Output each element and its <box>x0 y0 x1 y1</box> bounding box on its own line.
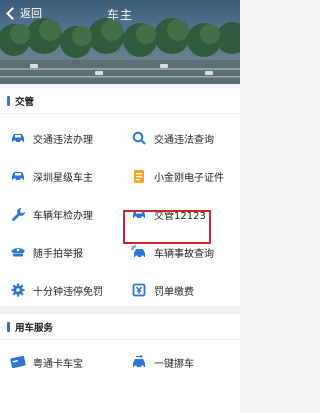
item-label: 交通违法办理 <box>33 134 93 146</box>
gear-icon <box>9 281 27 299</box>
section-header-traffic: 交管 <box>0 88 240 114</box>
wrench-icon <box>9 205 27 223</box>
section-divider <box>0 306 240 314</box>
car-move-icon <box>130 353 148 371</box>
section-title: 用车服务 <box>15 322 54 334</box>
receipt-icon <box>130 281 148 299</box>
item-snapshot-report[interactable]: 随手拍举报 <box>0 234 120 270</box>
item-label: 一键挪车 <box>154 358 194 370</box>
section-header-car-services: 用车服务 <box>0 314 240 340</box>
item-label: 车辆事故查询 <box>154 248 214 260</box>
car-icon <box>9 167 27 185</box>
item-shenzhen-star-owner[interactable]: 深圳星级车主 <box>0 158 120 194</box>
car-crash-icon <box>130 243 148 261</box>
navigation-bar: 返回 车主 <box>0 0 240 26</box>
item-label: 小金刚电子证件 <box>154 172 224 184</box>
item-label: 十分钟违停免罚 <box>33 286 103 298</box>
page-title: 车主 <box>106 8 133 22</box>
search-icon <box>130 129 148 147</box>
section-accent-bar <box>7 321 10 332</box>
item-accident-query[interactable]: 车辆事故查询 <box>120 234 240 270</box>
car-icon <box>130 205 148 223</box>
item-label: 交通违法查询 <box>154 134 214 146</box>
item-label: 粤通卡车宝 <box>33 358 83 370</box>
item-one-click-move-car[interactable]: 一键挪车 <box>120 344 240 380</box>
item-label: 随手拍举报 <box>33 248 83 260</box>
item-label: 车辆年检办理 <box>33 210 93 222</box>
car-services-grid: 粤通卡车宝 一键挪车 <box>0 340 240 413</box>
item-label: 深圳星级车主 <box>33 172 93 184</box>
item-annual-inspection[interactable]: 车辆年检办理 <box>0 196 120 232</box>
item-ticket-payment[interactable]: 罚单缴费 <box>120 272 240 308</box>
item-label: 罚单缴费 <box>154 286 194 298</box>
item-traffic-violation-handling[interactable]: 交通违法办理 <box>0 120 120 156</box>
item-traffic-12123[interactable]: 交管12123 <box>120 196 240 232</box>
traffic-services-grid: 交通违法办理 交通违法查询 深圳星级车主 小金刚电子证件 车辆年检办理 交管12… <box>0 114 240 306</box>
section-accent-bar <box>7 95 10 106</box>
section-title: 交管 <box>15 96 35 108</box>
car-icon <box>9 129 27 147</box>
item-traffic-violation-query[interactable]: 交通违法查询 <box>120 120 240 156</box>
header-banner: 返回 车主 <box>0 0 240 84</box>
item-label: 交管12123 <box>154 210 206 222</box>
item-yuetong-card[interactable]: 粤通卡车宝 <box>0 344 120 380</box>
card-icon <box>9 353 27 371</box>
item-ten-minute-parking[interactable]: 十分钟违停免罚 <box>0 272 120 308</box>
police-cap-icon <box>9 243 27 261</box>
document-icon <box>130 167 148 185</box>
item-electronic-license[interactable]: 小金刚电子证件 <box>120 158 240 194</box>
